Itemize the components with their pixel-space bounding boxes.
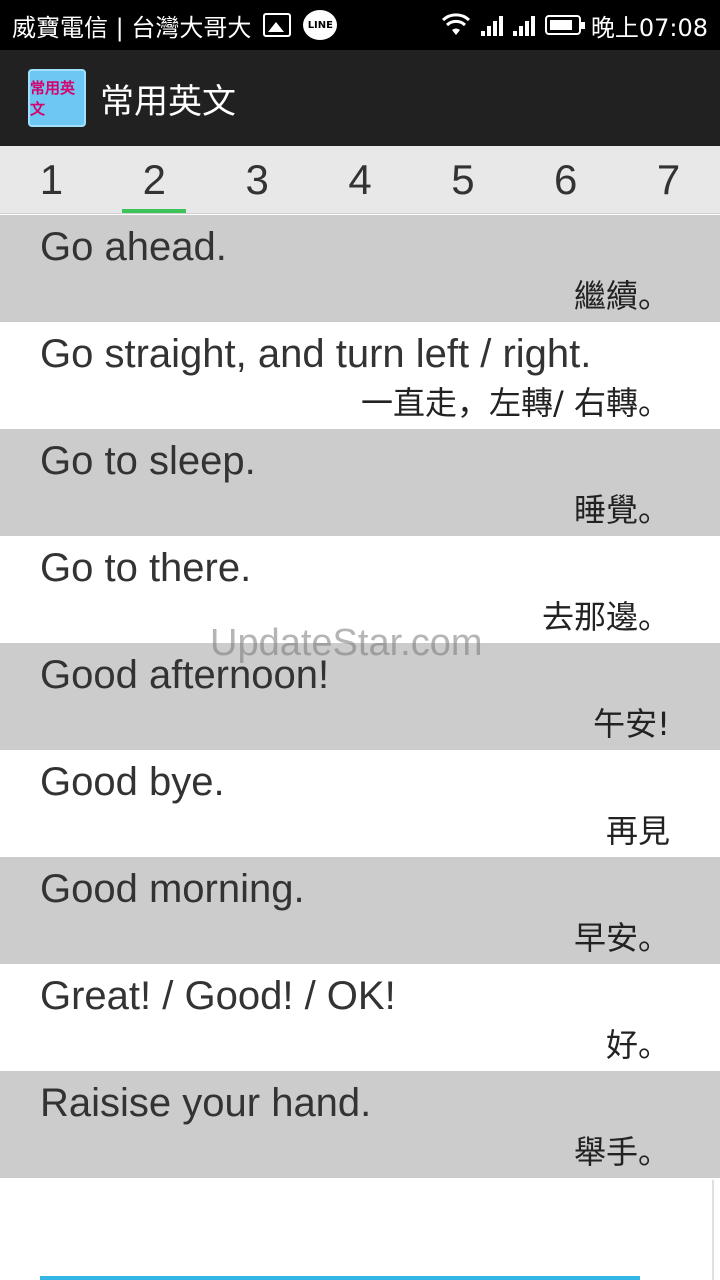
app-logo[interactable]: 常用英文 bbox=[28, 69, 86, 127]
list-item[interactable]: Good bye. 再見 bbox=[0, 750, 720, 857]
battery-icon bbox=[544, 15, 585, 35]
phrase-chinese: 舉手。 bbox=[573, 1133, 670, 1171]
phrase-english: Good morning. bbox=[40, 867, 305, 911]
phrase-english: Go to sleep. bbox=[40, 439, 256, 483]
app-logo-text: 常用英文 bbox=[30, 79, 76, 118]
divider bbox=[712, 1180, 714, 1280]
wifi-icon bbox=[441, 13, 470, 35]
list-item[interactable]: Good morning. 早安。 bbox=[0, 857, 720, 964]
tab-1[interactable]: 1 bbox=[0, 146, 103, 213]
tab-6[interactable]: 6 bbox=[514, 146, 617, 213]
list-item[interactable]: Great! / Good! / OK! 好。 bbox=[0, 964, 720, 1071]
list-item[interactable]: Go to there. 去那邊。 bbox=[0, 536, 720, 643]
phrase-chinese: 午安! bbox=[593, 705, 670, 743]
tab-7[interactable]: 7 bbox=[617, 146, 720, 213]
phrase-english: Good afternoon! bbox=[40, 653, 330, 697]
phrase-chinese: 再見 bbox=[605, 812, 670, 850]
signal-icon bbox=[480, 14, 503, 36]
tab-4[interactable]: 4 bbox=[309, 146, 412, 213]
app-bar: 常用英文 常用英文 bbox=[0, 50, 720, 146]
photo-icon bbox=[263, 13, 292, 37]
phrase-chinese: 一直走，左轉/ 右轉。 bbox=[361, 384, 670, 422]
phrase-english: Raisise your hand. bbox=[40, 1081, 372, 1125]
phrase-chinese: 早安。 bbox=[573, 919, 670, 957]
line-icon: LINE bbox=[303, 10, 338, 40]
tab-2[interactable]: 2 bbox=[103, 146, 206, 213]
phrase-chinese: 去那邊。 bbox=[541, 598, 670, 636]
phrase-english: Go to there. bbox=[40, 546, 252, 590]
status-time: 晚上07:08 bbox=[590, 13, 708, 42]
list-item[interactable]: Raisise your hand. 舉手。 bbox=[0, 1071, 720, 1178]
phrase-chinese: 睡覺。 bbox=[573, 491, 670, 529]
list-item[interactable]: Go ahead. 繼續。 bbox=[0, 215, 720, 322]
phrase-english: Go straight, and turn left / right. bbox=[40, 332, 592, 376]
tab-bar: 1 2 3 4 5 6 7 bbox=[0, 146, 720, 214]
list-item[interactable]: Good afternoon! 午安! bbox=[0, 643, 720, 750]
signal-icon bbox=[512, 14, 535, 36]
phrase-list: Go ahead. 繼續。 Go straight, and turn left… bbox=[0, 215, 720, 1178]
scroll-indicator[interactable] bbox=[40, 1276, 640, 1280]
tab-5[interactable]: 5 bbox=[411, 146, 514, 213]
carrier-text: 威寶電信 | 台灣大哥大 bbox=[12, 13, 252, 42]
phrase-english: Great! / Good! / OK! bbox=[40, 974, 396, 1018]
tab-3[interactable]: 3 bbox=[206, 146, 309, 213]
phrase-chinese: 好。 bbox=[605, 1026, 670, 1064]
phrase-english: Good bye. bbox=[40, 760, 225, 804]
status-bar: 威寶電信 | 台灣大哥大 LINE 晚上07:08 bbox=[0, 0, 720, 50]
phrase-chinese: 繼續。 bbox=[573, 277, 670, 315]
app-title: 常用英文 bbox=[100, 81, 236, 122]
phrase-english: Go ahead. bbox=[40, 225, 227, 269]
status-left: 威寶電信 | 台灣大哥大 LINE bbox=[12, 8, 441, 43]
list-item[interactable]: Go straight, and turn left / right. 一直走，… bbox=[0, 322, 720, 429]
list-item[interactable]: Go to sleep. 睡覺。 bbox=[0, 429, 720, 536]
status-right: 晚上07:08 bbox=[441, 8, 708, 43]
